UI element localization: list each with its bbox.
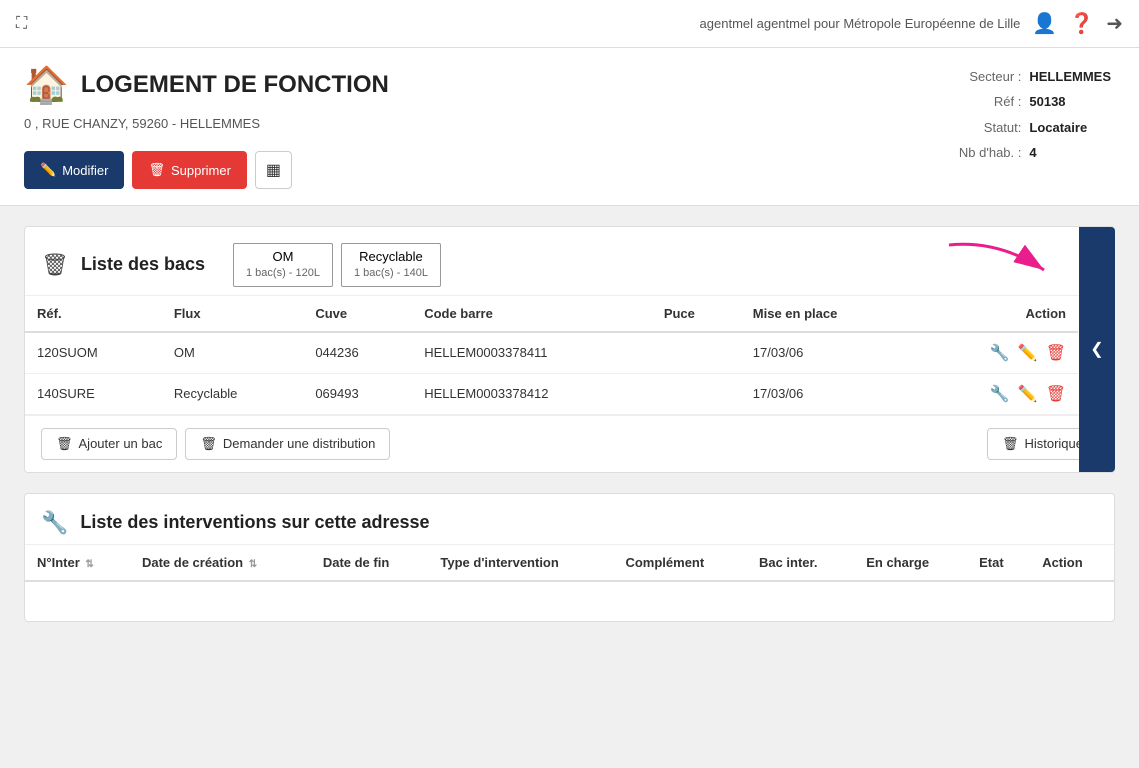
main-content: 🗑 Liste des bacs OM 1 bac(s) - 120L Recy… (0, 206, 1139, 642)
bacs-icon: 🗑 (41, 252, 69, 278)
row1-cuve: 044236 (303, 332, 412, 374)
table-row: 140SURE Recyclable 069493 HELLEM00033784… (25, 373, 1078, 414)
ref-value: 50138 (1025, 89, 1115, 114)
row2-tool-icon[interactable]: 🔧 (990, 384, 1010, 404)
statut-value: Locataire (1025, 115, 1115, 140)
recyclable-filter-button[interactable]: Recyclable 1 bac(s) - 140L (341, 243, 441, 287)
col-date-fin: Date de fin (311, 545, 429, 581)
page-title: LOGEMENT DE FONCTION (81, 71, 389, 99)
col-en-charge: En charge (854, 545, 967, 581)
col-date-creation[interactable]: Date de création ⇅ (130, 545, 311, 581)
row2-code-barre: HELLEM0003378412 (412, 373, 652, 414)
interventions-title: Liste des interventions sur cette adress… (80, 512, 429, 533)
row1-code-barre: HELLEM0003378411 (412, 332, 652, 374)
col-flux: Flux (162, 296, 304, 332)
modifier-button[interactable]: ✏️ Modifier (24, 151, 124, 189)
bacs-footer: 🗑 Ajouter un bac 🗑 Demander une distribu… (25, 415, 1114, 472)
collapse-panel[interactable]: ❮ (1079, 227, 1115, 472)
wrench-icon: 🔧 (41, 510, 68, 536)
ref-label: Réf : (955, 89, 1025, 114)
row1-puce (652, 332, 741, 374)
topbar: ⛶ agentmel agentmel pour Métropole Europ… (0, 0, 1139, 48)
row1-delete-icon[interactable]: 🗑 (1046, 343, 1066, 363)
col-cuve: Cuve (303, 296, 412, 332)
om-filter-label: OM (246, 248, 320, 266)
om-filter-count: 1 bac(s) - 120L (246, 266, 320, 281)
table-row: 120SUOM OM 044236 HELLEM0003378411 17/03… (25, 332, 1078, 374)
bacs-section-header: 🗑 Liste des bacs OM 1 bac(s) - 120L Recy… (25, 227, 1114, 296)
row1-tool-icon[interactable]: 🔧 (990, 343, 1010, 363)
bacs-table: Réf. Flux Cuve Code barre Puce Mise en p… (25, 296, 1078, 415)
col-action-inter: Action (1030, 545, 1114, 581)
secteur-value: HELLEMMES (1025, 64, 1115, 89)
collapse-arrow-icon: ❮ (1090, 339, 1103, 359)
col-complement: Complément (613, 545, 747, 581)
interventions-section: 🔧 Liste des interventions sur cette adre… (24, 493, 1115, 622)
bac-filters: OM 1 bac(s) - 120L Recyclable 1 bac(s) -… (233, 243, 441, 287)
demander-distribution-button[interactable]: 🗑 Demander une distribution (185, 428, 390, 460)
copy-button[interactable]: ▦ (255, 151, 292, 189)
sort-icon-date-creation: ⇅ (249, 559, 257, 570)
header-info: Secteur : HELLEMMES Réf : 50138 Statut: … (955, 64, 1115, 166)
row2-actions: 🔧 ✏️ 🗑 (916, 373, 1078, 414)
row2-ref: 140SURE (25, 373, 162, 414)
col-ref: Réf. (25, 296, 162, 332)
col-code-barre: Code barre (412, 296, 652, 332)
add-bac-icon: 🗑 (56, 436, 73, 452)
table-row (25, 581, 1114, 621)
interventions-table: N°Inter ⇅ Date de création ⇅ Date de fin… (25, 545, 1114, 621)
secteur-label: Secteur : (955, 64, 1025, 89)
row1-mise-en-place: 17/03/06 (741, 332, 916, 374)
recyclable-filter-count: 1 bac(s) - 140L (354, 266, 428, 281)
row2-flux: Recyclable (162, 373, 304, 414)
interventions-section-header: 🔧 Liste des interventions sur cette adre… (25, 494, 1114, 545)
nb-hab-label: Nb d'hab. : (955, 140, 1025, 165)
building-icon: 🏠 (24, 64, 69, 106)
edit-icon: ✏️ (40, 162, 56, 178)
expand-icon[interactable]: ⛶ (16, 15, 27, 33)
row1-flux: OM (162, 332, 304, 374)
col-mise-en-place: Mise en place (741, 296, 916, 332)
col-puce: Puce (652, 296, 741, 332)
logout-icon[interactable]: ➜ (1106, 11, 1123, 36)
ajouter-bac-button[interactable]: 🗑 Ajouter un bac (41, 428, 177, 460)
col-action: Action (916, 296, 1078, 332)
header-card: 🏠 LOGEMENT DE FONCTION 0 , RUE CHANZY, 5… (0, 48, 1139, 206)
bacs-title: Liste des bacs (81, 254, 205, 275)
historique-icon: 🗑 (1002, 436, 1019, 452)
row2-cuve: 069493 (303, 373, 412, 414)
col-n-inter[interactable]: N°Inter ⇅ (25, 545, 130, 581)
statut-label: Statut: (955, 115, 1025, 140)
delete-icon: 🗑 (148, 162, 165, 178)
supprimer-button[interactable]: 🗑 Supprimer (132, 151, 246, 189)
row1-actions: 🔧 ✏️ 🗑 (916, 332, 1078, 374)
row2-puce (652, 373, 741, 414)
user-icon[interactable]: 👤 (1032, 11, 1057, 36)
sort-icon-n-inter: ⇅ (85, 559, 93, 570)
distribution-icon: 🗑 (200, 436, 217, 452)
address-text: 0 , RUE CHANZY, 59260 - HELLEMMES (24, 116, 389, 131)
col-bac-inter: Bac inter. (747, 545, 854, 581)
row1-edit-icon[interactable]: ✏️ (1018, 343, 1038, 363)
row2-mise-en-place: 17/03/06 (741, 373, 916, 414)
help-icon[interactable]: ❓ (1069, 11, 1094, 36)
nb-hab-value: 4 (1025, 140, 1115, 165)
om-filter-button[interactable]: OM 1 bac(s) - 120L (233, 243, 333, 287)
bacs-section: 🗑 Liste des bacs OM 1 bac(s) - 120L Recy… (24, 226, 1115, 473)
row1-ref: 120SUOM (25, 332, 162, 374)
row2-edit-icon[interactable]: ✏️ (1018, 384, 1038, 404)
copy-icon: ▦ (266, 162, 281, 179)
user-info-text: agentmel agentmel pour Métropole Europée… (700, 16, 1021, 31)
recyclable-filter-label: Recyclable (354, 248, 428, 266)
row2-delete-icon[interactable]: 🗑 (1046, 384, 1066, 404)
col-etat: Etat (967, 545, 1030, 581)
col-type-intervention: Type d'intervention (428, 545, 613, 581)
